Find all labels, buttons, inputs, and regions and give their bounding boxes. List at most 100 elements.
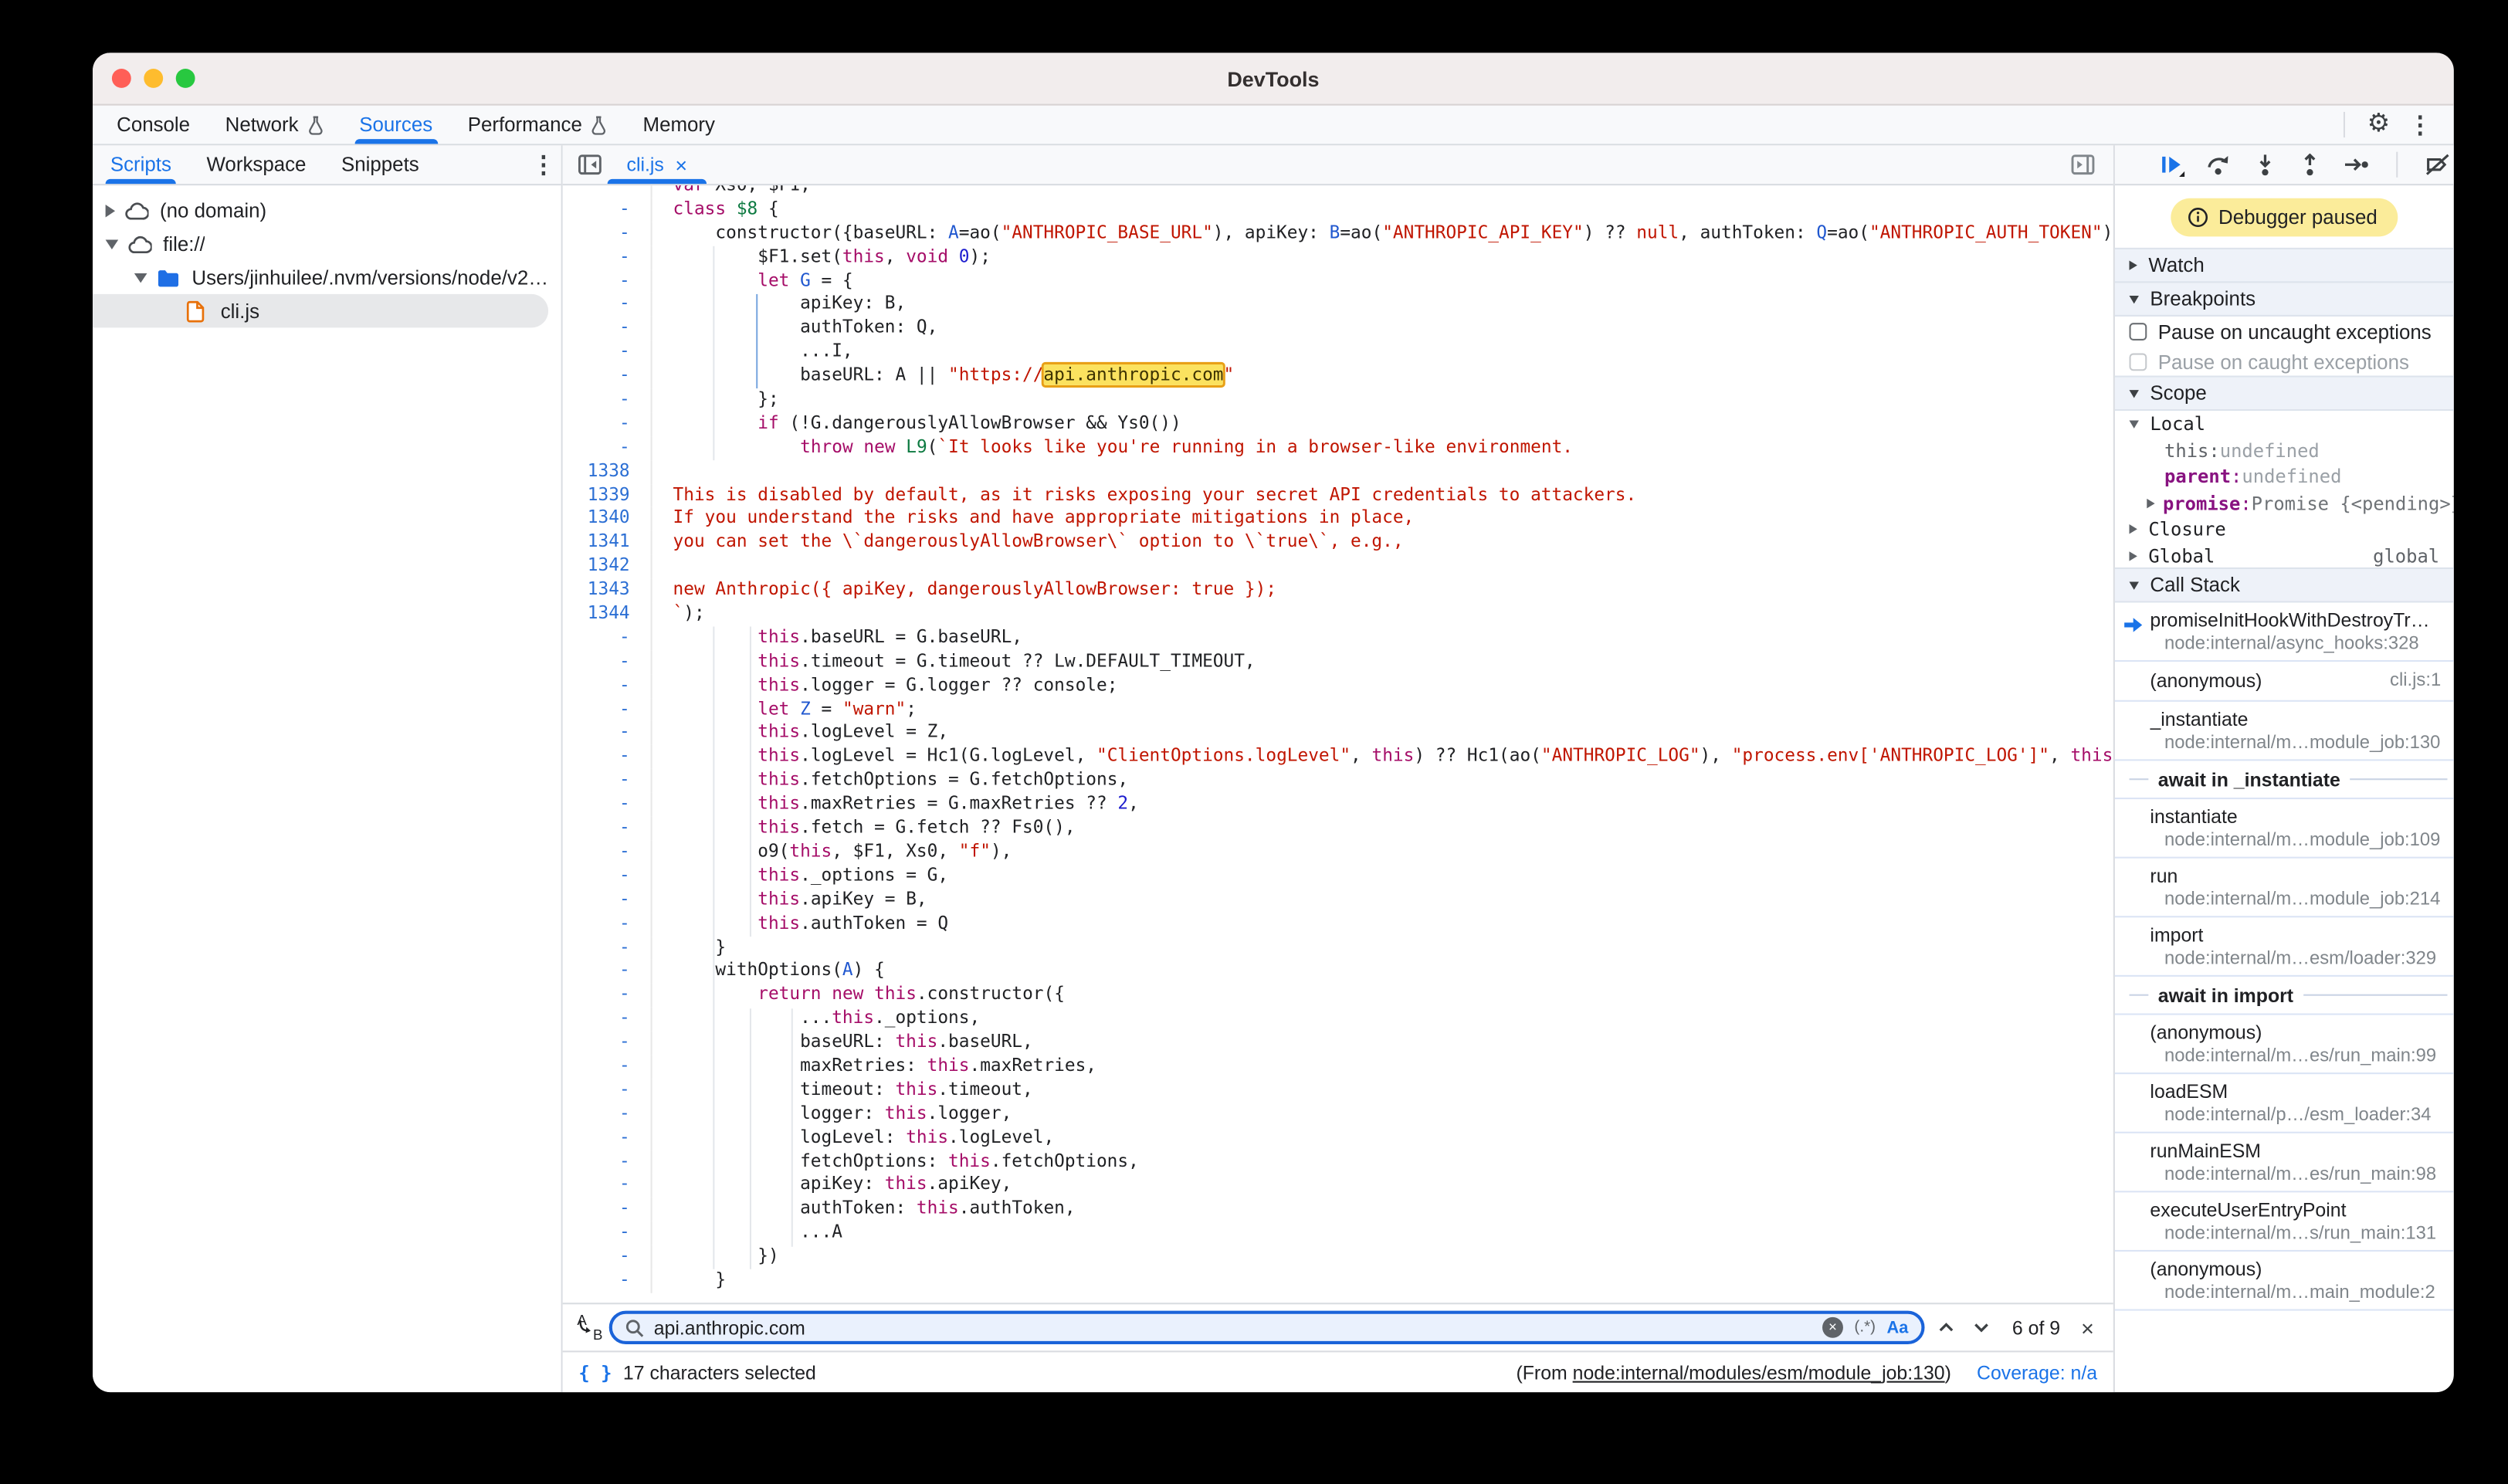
tab-close-icon[interactable]: × bbox=[675, 153, 687, 177]
code-line[interactable]: - fetchOptions: this.fetchOptions, bbox=[563, 1150, 2113, 1174]
code-line[interactable]: - authToken: Q, bbox=[563, 317, 2113, 341]
step-icon[interactable] bbox=[2340, 147, 2372, 182]
replace-toggle-icon[interactable]: A B bbox=[575, 1313, 602, 1343]
navigator-tab-scripts[interactable]: Scripts bbox=[93, 145, 189, 184]
previous-match-icon[interactable] bbox=[1930, 1310, 1962, 1346]
line-number[interactable]: - bbox=[563, 1079, 652, 1103]
tab-performance[interactable]: Performance bbox=[450, 106, 625, 144]
call-stack-frame[interactable]: importnode:internal/m…esm/loader:329 bbox=[2115, 917, 2454, 977]
line-number[interactable]: - bbox=[563, 1150, 652, 1174]
editor-tab-cli-js[interactable]: cli.js × bbox=[608, 145, 707, 184]
chevron-down-icon[interactable] bbox=[134, 273, 147, 282]
line-number[interactable]: - bbox=[563, 341, 652, 364]
line-number[interactable]: 1342 bbox=[563, 555, 652, 579]
line-number[interactable]: - bbox=[563, 888, 652, 912]
tree-item-users-jinhuilee-nvm-versions-node-v2-[interactable]: Users/jinhuilee/.nvm/versions/node/v2… bbox=[93, 260, 561, 293]
code-line[interactable]: - baseURL: A || "https://api.anthropic.c… bbox=[563, 364, 2113, 388]
match-case-toggle[interactable]: Aa bbox=[1887, 1318, 1909, 1337]
code-line[interactable]: - ...A bbox=[563, 1221, 2113, 1245]
tab-memory[interactable]: Memory bbox=[625, 106, 733, 144]
code-line[interactable]: - return new this.constructor({ bbox=[563, 984, 2113, 1008]
chevron-down-icon[interactable] bbox=[106, 239, 119, 248]
source-origin-link[interactable]: node:internal/modules/esm/module_job:130 bbox=[1573, 1361, 1945, 1384]
resume-script-icon[interactable] bbox=[2157, 147, 2188, 182]
code-line[interactable]: - this.timeout = G.timeout ?? Lw.DEFAULT… bbox=[563, 650, 2113, 674]
line-number[interactable]: - bbox=[563, 1008, 652, 1032]
call-stack-frame[interactable]: runnode:internal/m…module_job:214 bbox=[2115, 859, 2454, 918]
line-number[interactable]: - bbox=[563, 912, 652, 936]
code-line[interactable]: - if (!G.dangerouslyAllowBrowser && Ys0(… bbox=[563, 412, 2113, 436]
code-line[interactable]: - o9(this, $F1, Xs0, "f"), bbox=[563, 841, 2113, 865]
line-number[interactable]: - bbox=[563, 1127, 652, 1150]
settings-icon[interactable]: ⚙ bbox=[2361, 107, 2397, 143]
scope-row-this[interactable]: this: undefined bbox=[2115, 437, 2454, 463]
code-line[interactable]: 1344`); bbox=[563, 603, 2113, 627]
line-number[interactable]: - bbox=[563, 626, 652, 650]
code-line[interactable]: - throw new L9(`It looks like you're run… bbox=[563, 436, 2113, 460]
code-line[interactable]: var Xs0, $F1, bbox=[563, 185, 2113, 198]
code-line[interactable]: - }) bbox=[563, 1245, 2113, 1269]
line-number[interactable]: - bbox=[563, 769, 652, 793]
scope-section-header[interactable]: Scope bbox=[2115, 375, 2454, 411]
call-stack-frame[interactable]: (anonymous)node:internal/m…es/run_main:9… bbox=[2115, 1015, 2454, 1075]
code-line[interactable]: - ...this._options, bbox=[563, 1008, 2113, 1032]
more-menu-icon[interactable]: ⋮ bbox=[2403, 107, 2439, 143]
line-number[interactable]: - bbox=[563, 841, 652, 865]
code-line[interactable]: 1341you can set the \`dangerouslyAllowBr… bbox=[563, 531, 2113, 555]
code-line[interactable]: - $F1.set(this, void 0); bbox=[563, 246, 2113, 269]
line-number[interactable]: - bbox=[563, 1055, 652, 1079]
call-stack-frame[interactable]: instantiatenode:internal/m…module_job:10… bbox=[2115, 799, 2454, 859]
line-number[interactable]: 1340 bbox=[563, 507, 652, 531]
code-line[interactable]: - this.logLevel = Z, bbox=[563, 722, 2113, 746]
call-stack-frame[interactable]: (anonymous)cli.js:1 bbox=[2115, 662, 2454, 702]
code-line[interactable]: 1340If you understand the risks and have… bbox=[563, 507, 2113, 531]
step-into-icon[interactable] bbox=[2249, 147, 2280, 182]
code-line[interactable]: - maxRetries: this.maxRetries, bbox=[563, 1055, 2113, 1079]
call-stack-frame[interactable]: _instantiatenode:internal/m…module_job:1… bbox=[2115, 702, 2454, 761]
scope-row-promise[interactable]: promise: Promise {<pending>} bbox=[2115, 490, 2454, 517]
line-number[interactable]: - bbox=[563, 1174, 652, 1198]
line-number[interactable]: - bbox=[563, 698, 652, 722]
tab-sources[interactable]: Sources bbox=[341, 106, 449, 144]
code-line[interactable]: - } bbox=[563, 936, 2113, 960]
line-number[interactable]: - bbox=[563, 388, 652, 412]
code-line[interactable]: - this.apiKey = B, bbox=[563, 888, 2113, 912]
code-line[interactable]: - baseURL: this.baseURL, bbox=[563, 1031, 2113, 1055]
line-number[interactable]: - bbox=[563, 1269, 652, 1293]
checkbox[interactable] bbox=[2130, 323, 2147, 341]
call-stack-frame[interactable]: promiseInitHookWithDestroyTr…node:intern… bbox=[2115, 602, 2454, 662]
code-line[interactable]: - constructor({baseURL: A=ao("ANTHROPIC_… bbox=[563, 222, 2113, 246]
line-number[interactable]: 1338 bbox=[563, 460, 652, 484]
breakpoint-option[interactable]: Pause on caught exceptions bbox=[2115, 347, 2454, 377]
code-line[interactable]: - this.fetch = G.fetch ?? Fs0(), bbox=[563, 817, 2113, 841]
code-line[interactable]: - logger: this.logger, bbox=[563, 1103, 2113, 1127]
line-number[interactable]: - bbox=[563, 865, 652, 889]
navigator-tab-snippets[interactable]: Snippets bbox=[324, 145, 436, 184]
call-stack-frame[interactable]: (anonymous)node:internal/m…main_module:2 bbox=[2115, 1252, 2454, 1311]
line-number[interactable]: - bbox=[563, 1031, 652, 1055]
line-number[interactable]: - bbox=[563, 1221, 652, 1245]
line-number[interactable]: - bbox=[563, 984, 652, 1008]
navigator-tab-workspace[interactable]: Workspace bbox=[189, 145, 324, 184]
line-number[interactable]: - bbox=[563, 1245, 652, 1269]
call-stack-frame[interactable]: executeUserEntryPointnode:internal/m…s/r… bbox=[2115, 1192, 2454, 1252]
line-number[interactable]: - bbox=[563, 198, 652, 222]
line-number[interactable]: - bbox=[563, 960, 652, 984]
code-line[interactable]: - timeout: this.timeout, bbox=[563, 1079, 2113, 1103]
code-line[interactable]: 1343new Anthropic({ apiKey, dangerouslyA… bbox=[563, 579, 2113, 603]
navigator-more-icon[interactable]: ⋮ bbox=[526, 147, 561, 182]
tab-console[interactable]: Console bbox=[99, 106, 208, 144]
scope-row-parent[interactable]: parent: undefined bbox=[2115, 463, 2454, 490]
format-source-icon[interactable]: { } bbox=[578, 1361, 612, 1384]
line-number[interactable]: - bbox=[563, 246, 652, 269]
code-line[interactable]: - this.baseURL = G.baseURL, bbox=[563, 626, 2113, 650]
breakpoints-section-header[interactable]: Breakpoints bbox=[2115, 281, 2454, 317]
clear-search-icon[interactable]: × bbox=[1822, 1317, 1843, 1338]
line-number[interactable]: - bbox=[563, 793, 652, 817]
line-number[interactable]: 1343 bbox=[563, 579, 652, 603]
line-number[interactable]: - bbox=[563, 1198, 652, 1221]
line-number[interactable]: - bbox=[563, 650, 652, 674]
code-line[interactable]: 1339This is disabled by default, as it r… bbox=[563, 483, 2113, 507]
line-number[interactable]: - bbox=[563, 674, 652, 698]
code-line[interactable]: - this.authToken = Q bbox=[563, 912, 2113, 936]
